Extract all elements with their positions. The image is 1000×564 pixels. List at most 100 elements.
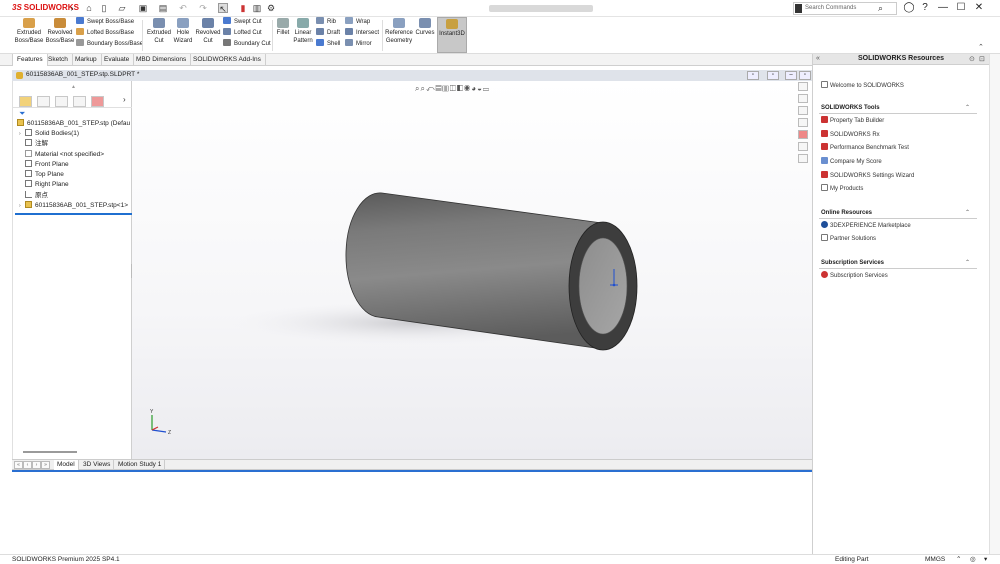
file-explorer-icon[interactable] — [798, 106, 808, 115]
tool-link-my-products[interactable]: My Products — [821, 184, 863, 194]
tree-item-origin[interactable]: 原点 — [25, 191, 48, 201]
search-commands-input[interactable]: Search Commands ⌕ — [793, 2, 897, 15]
tree-item-front-plane[interactable]: Front Plane — [25, 160, 69, 170]
instant3d-button[interactable]: Instant3D — [437, 17, 467, 53]
panel-expand-icon[interactable]: ▲ — [71, 84, 76, 90]
save-icon[interactable]: ▣ — [138, 3, 148, 13]
file-properties-icon[interactable]: ▥ — [252, 3, 262, 13]
undo-icon[interactable]: ↶ — [178, 3, 188, 13]
draft-button[interactable]: Draft — [316, 28, 340, 39]
tool-link-performance-benchmark[interactable]: Performance Benchmark Test — [821, 143, 909, 153]
tool-link-settings-wizard[interactable]: SOLIDWORKS Settings Wizard — [821, 171, 914, 181]
swept-boss-button[interactable]: Swept Boss/Base — [76, 17, 134, 28]
rib-button[interactable]: Rib — [316, 17, 336, 28]
print-icon[interactable]: ▤ — [158, 3, 168, 13]
view-palette-icon[interactable] — [798, 118, 808, 127]
lofted-cut-button[interactable]: Lofted Cut — [223, 28, 262, 39]
extruded-boss-button[interactable]: Extruded Boss/Base — [14, 18, 44, 45]
tab-features[interactable]: Features — [12, 54, 48, 66]
tree-root-part[interactable]: 60115836AB_001_STEP.stp (Defau — [17, 119, 130, 129]
solidworks-forum-icon[interactable] — [798, 154, 808, 163]
tool-link-solidworks-rx[interactable]: SOLIDWORKS Rx — [821, 130, 880, 140]
status-notification-icon[interactable]: ◎ — [970, 555, 976, 564]
tab-sketch[interactable]: Sketch — [44, 54, 73, 66]
tab-motion-study-1[interactable]: Motion Study 1 — [115, 460, 166, 470]
linear-pattern-button[interactable]: Linear Pattern — [292, 18, 314, 45]
tree-horizontal-scrollbar[interactable] — [23, 451, 77, 453]
tree-item-annotations[interactable]: 注解 — [25, 139, 48, 149]
tree-item-top-plane[interactable]: Top Plane — [25, 170, 64, 180]
tab-evaluate[interactable]: Evaluate — [100, 54, 135, 66]
swept-cut-button[interactable]: Swept Cut — [223, 17, 262, 28]
status-units[interactable]: MMGS — [925, 555, 945, 564]
appearances-icon[interactable] — [798, 130, 808, 139]
select-icon[interactable]: ↖ — [218, 3, 228, 14]
tabs-more-icon[interactable]: › — [123, 95, 126, 104]
tab-solidworks-add-ins[interactable]: SOLIDWORKS Add-Ins — [189, 54, 266, 66]
first-tab-icon[interactable]: « — [14, 461, 23, 469]
filter-icon[interactable]: ⏷ — [19, 109, 25, 119]
tab-model[interactable]: Model — [54, 460, 79, 470]
tab-markup[interactable]: Markup — [71, 54, 102, 66]
redo-icon[interactable]: ↷ — [198, 3, 208, 13]
rebuild-icon[interactable]: ▮ — [238, 3, 248, 13]
configuration-manager-tab-icon[interactable] — [55, 96, 68, 107]
hole-wizard-button[interactable]: Hole Wizard — [172, 18, 194, 45]
revolved-boss-button[interactable]: Revolved Boss/Base — [45, 18, 75, 45]
tab-3d-views[interactable]: 3D Views — [80, 460, 115, 470]
tree-item-material[interactable]: Material <not specified> — [25, 150, 104, 160]
online-link-3dexperience-marketplace[interactable]: 3DEXPERIENCE Marketplace — [821, 221, 911, 231]
mirror-button[interactable]: Mirror — [345, 39, 372, 50]
search-scope-icon[interactable] — [795, 4, 802, 13]
options-gear-icon[interactable]: ⚙ — [266, 3, 276, 13]
welcome-link[interactable]: Welcome to SOLIDWORKS — [821, 81, 904, 91]
extruded-cut-button[interactable]: Extruded Cut — [145, 18, 173, 45]
online-collapse-icon[interactable]: ⌃ — [965, 209, 970, 216]
wrap-button[interactable]: Wrap — [345, 17, 370, 28]
next-tab-icon[interactable]: › — [32, 461, 41, 469]
resources-home-icon[interactable] — [798, 82, 808, 91]
reference-geometry-button[interactable]: Reference Geometry — [385, 18, 413, 45]
minimize-button[interactable]: — — [936, 2, 950, 14]
tube-bore[interactable] — [578, 237, 628, 335]
help-icon[interactable]: ? — [918, 2, 932, 14]
collapse-ribbon-icon[interactable]: ⌃ — [978, 43, 984, 51]
subscription-collapse-icon[interactable]: ⌃ — [965, 259, 970, 266]
status-settings-icon[interactable]: ▾ — [984, 555, 987, 564]
custom-properties-icon[interactable] — [798, 142, 808, 151]
subscription-services-link[interactable]: Subscription Services — [821, 271, 888, 281]
graphics-area[interactable]: ⌕⌕↶▤▥◫◧◉◕◒▭ Y Z — [132, 81, 812, 459]
tools-collapse-icon[interactable]: ⌃ — [965, 104, 970, 111]
open-icon[interactable]: ▱ — [117, 3, 127, 13]
doc-minimize-button[interactable]: – — [785, 71, 797, 80]
tool-link-compare-my-score[interactable]: Compare My Score — [821, 157, 882, 167]
home-icon[interactable]: ⌂ — [84, 3, 94, 13]
fillet-button[interactable]: Fillet — [274, 18, 292, 37]
curves-button[interactable]: Curves — [414, 18, 436, 37]
boundary-cut-button[interactable]: Boundary Cut — [223, 39, 271, 50]
rollback-bar[interactable] — [15, 213, 132, 215]
tree-item-right-plane[interactable]: Right Plane — [25, 180, 69, 190]
doc-close-button[interactable]: ▫ — [799, 71, 811, 80]
doc-restore-button[interactable]: ▫ — [747, 71, 759, 80]
design-library-icon[interactable] — [798, 94, 808, 103]
intersect-button[interactable]: Intersect — [345, 28, 379, 39]
display-manager-tab-icon[interactable] — [91, 96, 104, 107]
resources-scrollbar[interactable] — [989, 54, 1000, 554]
panel-options-icon[interactable]: ⊙ — [969, 55, 975, 63]
property-manager-tab-icon[interactable] — [37, 96, 50, 107]
lofted-boss-button[interactable]: Lofted Boss/Base — [76, 28, 134, 39]
tab-mbd-dimensions[interactable]: MBD Dimensions — [132, 54, 192, 66]
close-button[interactable]: ✕ — [972, 2, 986, 14]
user-account-icon[interactable]: ◯ — [902, 2, 916, 14]
revolved-cut-button[interactable]: Revolved Cut — [194, 18, 222, 45]
dimxpert-tab-icon[interactable] — [73, 96, 86, 107]
expand-menu-icon[interactable]: › — [67, 3, 77, 13]
last-tab-icon[interactable]: » — [41, 461, 50, 469]
feature-tree-tab-icon[interactable] — [19, 96, 32, 107]
online-link-partner-solutions[interactable]: Partner Solutions — [821, 234, 876, 244]
search-icon[interactable]: ⌕ — [878, 3, 883, 14]
new-document-icon[interactable]: ▯ — [99, 3, 109, 13]
tree-item-solid-bodies[interactable]: › Solid Bodies(1) — [19, 129, 79, 139]
maximize-button[interactable]: ☐ — [954, 2, 968, 14]
